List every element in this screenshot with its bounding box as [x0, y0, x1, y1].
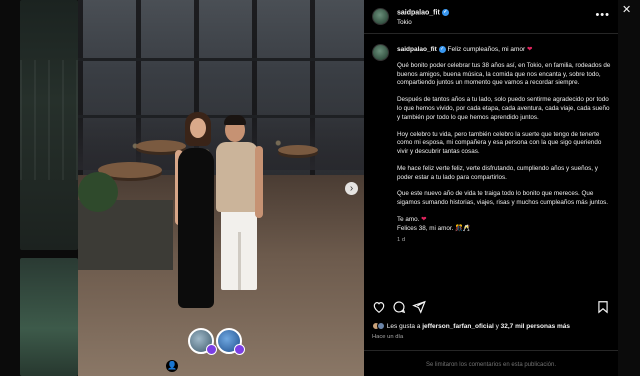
post-details-panel: saidpalao_fit ✓ Tokio ••• saidpalao_fit ✓ … [364, 0, 618, 376]
liker-avatar [377, 322, 385, 331]
post-date: Hace un día [372, 334, 404, 340]
photo-man-hair [224, 115, 246, 125]
post-location[interactable]: Tokio [397, 19, 412, 26]
share-icon[interactable] [412, 300, 426, 314]
comments-limited-notice: Se limitaron los comentarios en esta pub… [364, 350, 618, 376]
likes-summary[interactable]: Les gusta a jefferson_farfan_oficial y 3… [372, 322, 618, 332]
caption-paragraph: Después de tantos años a tu lado, solo p… [397, 96, 610, 121]
tagged-user-badge-icon [234, 344, 245, 355]
background-right-strip [618, 0, 640, 376]
photo-man-arm [255, 146, 263, 218]
post-header: saidpalao_fit ✓ Tokio ••• [364, 0, 618, 34]
photo-man-shirt [216, 142, 258, 212]
post-photo[interactable]: 👤 [78, 0, 364, 376]
caption-title: Feliz cumpleaños, mi amor [447, 46, 526, 53]
likes-user[interactable]: jefferson_farfan_oficial [422, 323, 494, 330]
caption-username[interactable]: saidpalao_fit [397, 46, 437, 53]
verified-badge-icon: ✓ [441, 9, 449, 16]
post-caption: saidpalao_fit ✓ Feliz cumpleaños, mi amor… [364, 34, 618, 289]
photo-man-leg-gap [238, 232, 241, 290]
author-avatar[interactable] [372, 8, 389, 25]
like-icon[interactable] [372, 300, 386, 314]
photo-woman-face [190, 118, 206, 138]
caption-signoff-line2: Felices 38, mi amor. 🎊🥂 [397, 224, 471, 232]
photo-woman-dress [178, 148, 214, 308]
photo-window-frame [78, 58, 364, 61]
caption-paragraph: Que este nuevo año de vida te traiga tod… [397, 190, 609, 207]
author-username-text[interactable]: saidpalao_fit [397, 9, 440, 16]
save-bookmark-icon[interactable] [596, 300, 610, 314]
red-heart-emoji: ❤ [421, 216, 427, 224]
caption-header: saidpalao_fit ✓ Feliz cumpleaños, mi amor… [397, 45, 612, 54]
likes-count[interactable]: 32,7 mil personas más [501, 323, 570, 330]
caption-timestamp[interactable]: 1 d [397, 236, 612, 245]
background-post-thumbnail [20, 258, 78, 376]
next-slide-button[interactable]: › [345, 182, 358, 195]
caption-paragraph: Hoy celebro tu vida, pero también celebr… [397, 130, 602, 155]
caption-paragraph: Qué bonito poder celebrar tus 38 años as… [397, 62, 611, 87]
caption-paragraph: Me hace feliz verte feliz, verte disfrut… [397, 164, 598, 181]
likes-prefix: Les gusta a [386, 323, 423, 330]
tagged-users-icon[interactable]: 👤 [166, 360, 178, 372]
more-options-icon[interactable]: ••• [595, 9, 610, 21]
caption-author-avatar[interactable] [372, 44, 389, 61]
caption-signoff-line1: Te amo. [397, 216, 420, 224]
photo-plant [78, 172, 118, 212]
close-icon[interactable]: ✕ [622, 3, 631, 16]
background-window-lines [20, 60, 78, 180]
verified-badge-icon: ✓ [438, 45, 446, 53]
post-actions [364, 296, 618, 318]
caption-body: Qué bonito poder celebrar tus 38 años as… [397, 62, 612, 245]
comment-icon[interactable] [392, 300, 406, 314]
likes-middle: y [493, 323, 501, 330]
caption-signoff: Te amo. ❤ Felices 38, mi amor. 🎊🥂 [397, 216, 612, 233]
author-username[interactable]: saidpalao_fit ✓ [397, 9, 449, 16]
red-heart-emoji: ❤ [527, 46, 533, 53]
background-feed-strip [0, 0, 78, 376]
photo-table [278, 145, 318, 155]
tagged-user-badge-icon [206, 344, 217, 355]
